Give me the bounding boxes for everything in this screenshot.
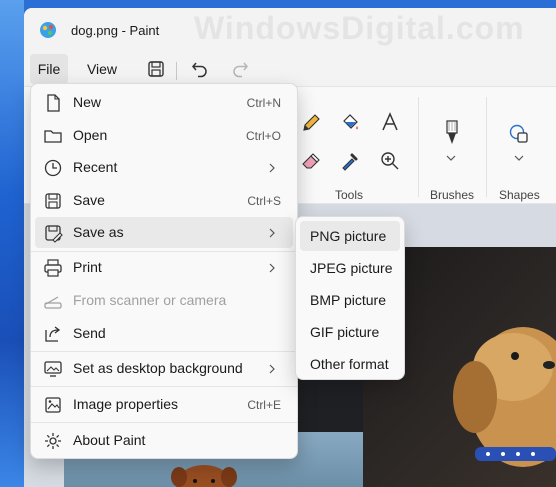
second-dog-photo: [171, 465, 237, 487]
image-properties-icon: [45, 397, 61, 413]
shapes-icon[interactable]: [508, 123, 530, 145]
submenu-item-label: PNG picture: [310, 228, 387, 244]
tools-group-label: Tools: [335, 188, 364, 202]
scanner-icon: [44, 296, 62, 309]
menu-item-save[interactable]: Save Ctrl+S: [35, 185, 293, 216]
menu-item-label: From scanner or camera: [73, 292, 227, 308]
new-file-icon: [47, 94, 60, 112]
menu-item-save-as[interactable]: Save as: [35, 217, 293, 248]
chevron-down-icon[interactable]: [444, 153, 458, 163]
shortcut-text: Ctrl+S: [247, 194, 281, 208]
save-icon[interactable]: [146, 59, 166, 79]
brush-icon[interactable]: [441, 117, 463, 147]
undo-icon[interactable]: [190, 59, 210, 79]
chevron-right-icon: [269, 263, 275, 273]
magnifier-icon[interactable]: [379, 150, 401, 172]
menu-item-send[interactable]: Send: [35, 318, 293, 349]
redo-icon[interactable]: [230, 59, 250, 79]
menu-item-from-scanner: From scanner or camera: [35, 285, 293, 316]
eraser-icon[interactable]: [300, 150, 322, 172]
desktop-icon: [44, 361, 62, 377]
menu-item-label: Save as: [73, 224, 124, 240]
clock-icon: [44, 159, 62, 177]
submenu-item-jpeg[interactable]: JPEG picture: [300, 253, 400, 283]
menu-item-new[interactable]: New Ctrl+N: [35, 87, 293, 118]
submenu-item-label: BMP picture: [310, 292, 386, 308]
menu-item-label: Set as desktop background: [73, 360, 243, 376]
chevron-right-icon: [269, 364, 275, 374]
ribbon-separator: [418, 97, 419, 197]
view-menu-button[interactable]: View: [82, 54, 122, 84]
menu-item-label: Save: [73, 192, 105, 208]
gear-icon: [45, 433, 61, 449]
save-icon: [45, 193, 61, 209]
menu-separator: [176, 62, 177, 80]
menu-item-recent[interactable]: Recent: [35, 152, 293, 183]
file-menu-button[interactable]: File: [30, 54, 68, 84]
shortcut-text: Ctrl+O: [245, 129, 281, 143]
menu-item-label: Image properties: [73, 396, 179, 412]
chevron-right-icon: [269, 228, 275, 238]
menu-separator: [31, 351, 297, 352]
menu-item-print[interactable]: Print: [35, 252, 293, 283]
menu-separator: [31, 386, 297, 387]
menu-item-label: New: [73, 94, 102, 110]
menu-item-about-paint[interactable]: About Paint: [35, 425, 293, 456]
chevron-down-icon[interactable]: [512, 153, 526, 163]
shapes-group-label: Shapes: [499, 188, 540, 202]
menu-item-label: Open: [73, 127, 108, 143]
folder-icon: [44, 130, 62, 143]
submenu-item-label: GIF picture: [310, 324, 380, 340]
share-icon: [45, 326, 61, 342]
menu-bar: File View: [24, 50, 556, 86]
pencil-icon[interactable]: [300, 112, 322, 134]
submenu-item-gif[interactable]: GIF picture: [300, 317, 400, 347]
menu-separator: [31, 422, 297, 423]
submenu-item-other-format[interactable]: Other format: [300, 349, 400, 379]
menu-item-label: Send: [73, 325, 106, 341]
submenu-item-bmp[interactable]: BMP picture: [300, 285, 400, 315]
title-bar: dog.png - Paint WindowsDigital.com: [24, 8, 556, 50]
color-picker-icon[interactable]: [339, 150, 361, 172]
submenu-item-label: Other format: [310, 356, 389, 372]
menu-item-image-properties[interactable]: Image properties Ctrl+E: [35, 389, 293, 420]
submenu-item-png[interactable]: PNG picture: [300, 221, 400, 251]
shortcut-text: Ctrl+N: [246, 96, 281, 110]
shortcut-text: Ctrl+E: [247, 398, 281, 412]
menu-item-label: Print: [73, 259, 102, 275]
text-icon[interactable]: [379, 111, 401, 133]
save-as-submenu: PNG picture JPEG picture BMP picture GIF…: [295, 216, 405, 380]
ribbon-separator: [486, 97, 487, 197]
desktop-background: [0, 0, 24, 487]
menu-item-set-as-desktop-background[interactable]: Set as desktop background: [35, 353, 293, 384]
submenu-item-label: JPEG picture: [310, 260, 393, 276]
watermark-text: WindowsDigital.com: [194, 10, 525, 46]
fill-bucket-icon[interactable]: [339, 112, 361, 134]
menu-item-label: About Paint: [73, 432, 146, 448]
save-as-icon: [45, 225, 63, 243]
file-menu: New Ctrl+N Open Ctrl+O Recent Save Ctrl+…: [30, 83, 298, 459]
paint-app-icon: [40, 22, 56, 38]
window-title: dog.png - Paint: [71, 23, 160, 38]
menu-item-open[interactable]: Open Ctrl+O: [35, 120, 293, 151]
menu-item-label: Recent: [73, 159, 118, 175]
printer-icon: [44, 259, 62, 277]
chevron-right-icon: [269, 163, 275, 173]
brushes-group-label: Brushes: [430, 188, 475, 202]
